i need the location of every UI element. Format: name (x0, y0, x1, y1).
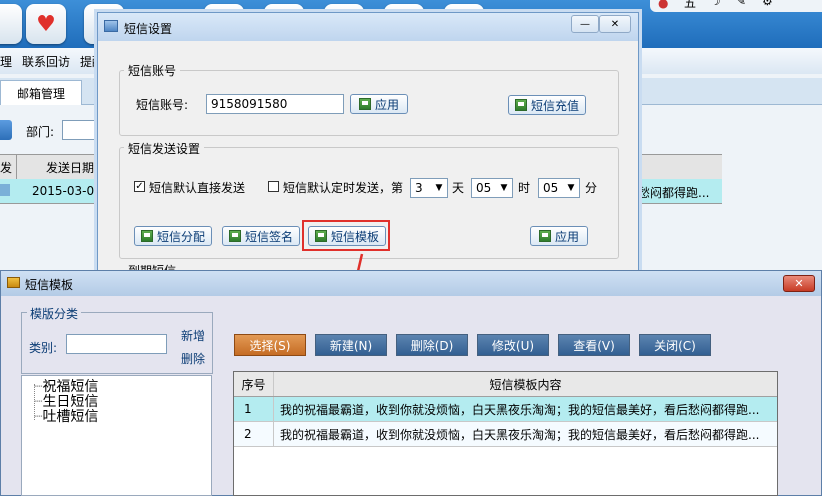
col-index: 序号 (234, 372, 274, 396)
close-dialog-button[interactable]: 关闭(C) (639, 334, 711, 356)
row-index: 1 (234, 397, 274, 421)
dept-label: 部门: (26, 125, 55, 139)
window-icon (104, 20, 118, 32)
category-group-label: 模版分类 (27, 305, 82, 322)
account-apply-label: 应用 (374, 97, 399, 112)
recharge-label: 短信充值 (530, 98, 579, 113)
day-unit: 天 (452, 181, 465, 195)
send-settings-group-label: 短信发送设置 (124, 140, 205, 157)
add-category-link[interactable]: 新增 (181, 327, 205, 344)
signature-button[interactable]: 短信签名 (222, 226, 300, 246)
minute-select[interactable]: 05 ▼ (538, 178, 580, 198)
highlight-box (302, 220, 390, 251)
header-controls: ● 五 ☽ ✎ ⚙ (650, 0, 822, 12)
account-apply-button[interactable]: 应用 (350, 94, 408, 114)
account-label: 短信账号: (136, 98, 189, 112)
direct-send-label: 短信默认直接发送 (149, 181, 246, 195)
sms-settings-titlebar[interactable]: 短信设置 — ✕ (98, 13, 638, 41)
window-icon (7, 277, 20, 288)
minimize-button[interactable]: — (571, 15, 599, 33)
tree-item-label: 吐槽短信 (42, 409, 99, 425)
send-apply-button[interactable]: 应用 (530, 226, 588, 246)
category-label: 类别: (29, 341, 58, 355)
row-content: 我的祝福最霸道，收到你就没烦恼，白天黑夜乐淘淘；我的短信最美好，看后愁闷都得跑.… (280, 402, 760, 417)
direct-send-checkbox[interactable]: ✓ (134, 181, 145, 192)
filter-button[interactable] (0, 120, 12, 140)
chevron-down-icon: ▼ (435, 183, 443, 193)
category-tree[interactable]: ┈祝福短信 ┈生日短信 ┈吐槽短信 (21, 375, 212, 496)
send-apply-label: 应用 (554, 229, 579, 244)
sms-settings-title: 短信设置 (124, 22, 173, 36)
recharge-button[interactable]: 短信充值 (508, 95, 586, 115)
minute-select-value: 05 (543, 181, 559, 195)
timed-send-checkbox[interactable] (268, 181, 279, 192)
day-select-value: 3 (415, 181, 423, 195)
signature-label: 短信签名 (244, 229, 293, 244)
template-titlebar[interactable]: 短信模板 ✕ (1, 271, 821, 296)
tool-icon-2[interactable]: ✎ (736, 0, 746, 8)
apply-icon (358, 98, 371, 110)
assign-label: 短信分配 (156, 229, 205, 244)
bg-row-date: 2015-03-08 (32, 184, 102, 198)
bg-col-divider (16, 155, 17, 179)
app-icon-clipped[interactable] (0, 4, 22, 44)
account-group-label: 短信账号 (124, 62, 181, 79)
tree-item-complain[interactable]: ┈吐槽短信 (34, 406, 98, 426)
bg-col-send: 发 (0, 161, 13, 175)
tab-mailbox[interactable]: 邮箱管理 (0, 80, 82, 105)
delete-category-link[interactable]: 删除 (181, 350, 205, 367)
row-index: 2 (234, 422, 274, 446)
sms-settings-dialog: 短信设置 — ✕ 短信账号 短信账号: 9158091580 应用 短信充值 短… (97, 12, 639, 272)
tool-icon-1[interactable]: 五 (684, 0, 696, 11)
tab-mailbox-label: 邮箱管理 (16, 86, 65, 101)
new-button[interactable]: 新建(N) (315, 334, 387, 356)
account-input[interactable]: 9158091580 (206, 94, 344, 114)
menu-item-1[interactable]: 理 (0, 53, 12, 70)
day-select[interactable]: 3 ▼ (410, 178, 448, 198)
grid-header: 序号 短信模板内容 (234, 372, 777, 397)
table-row[interactable]: 2 我的祝福最霸道，收到你就没烦恼，白天黑夜乐淘淘；我的短信最美好，看后愁闷都得… (234, 422, 777, 447)
chevron-down-icon: ▼ (500, 183, 508, 193)
dept-input[interactable] (62, 120, 102, 140)
hour-select[interactable]: 05 ▼ (471, 178, 513, 198)
recharge-icon (514, 99, 527, 111)
doc-icon (0, 184, 10, 196)
bg-col-date: 发送日期 (46, 161, 95, 175)
view-button[interactable]: 查看(V) (558, 334, 630, 356)
hour-unit: 时 (518, 181, 531, 195)
category-input[interactable] (66, 334, 167, 354)
select-button[interactable]: 选择(S) (234, 334, 306, 356)
assign-button[interactable]: 短信分配 (134, 226, 212, 246)
apply-icon (538, 230, 551, 242)
template-dialog: 短信模板 ✕ 模版分类 类别: 新增 删除 ┈祝福短信 ┈生日短信 ┈吐槽短信 … (0, 270, 822, 496)
close-button[interactable]: ✕ (599, 15, 631, 33)
col-content: 短信模板内容 (489, 377, 562, 392)
delete-button[interactable]: 删除(D) (396, 334, 468, 356)
timed-send-label: 短信默认定时发送，第 (283, 181, 404, 195)
chevron-down-icon: ▼ (567, 183, 575, 193)
row-content: 我的祝福最霸道，收到你就没烦恼，白天黑夜乐淘淘；我的短信最美好，看后愁闷都得跑.… (280, 427, 760, 442)
modify-button[interactable]: 修改(U) (477, 334, 549, 356)
signature-icon (228, 230, 241, 242)
assign-icon (140, 230, 153, 242)
user-icon[interactable]: ● (658, 0, 668, 10)
table-row[interactable]: 1 我的祝福最霸道，收到你就没烦恼，白天黑夜乐淘淘；我的短信最美好，看后愁闷都得… (234, 397, 777, 422)
close-button[interactable]: ✕ (783, 275, 815, 292)
heart-icon[interactable]: ♥ (26, 4, 66, 44)
template-grid: 序号 短信模板内容 1 我的祝福最霸道，收到你就没烦恼，白天黑夜乐淘淘；我的短信… (233, 371, 778, 496)
menu-item-contact[interactable]: 联系回访 (22, 53, 70, 70)
bg-row-content: 愁闷都得跑... (638, 186, 710, 200)
hour-select-value: 05 (476, 181, 492, 195)
moon-icon[interactable]: ☽ (710, 0, 721, 8)
gear-icon[interactable]: ⚙ (762, 0, 773, 8)
template-title: 短信模板 (25, 278, 74, 292)
minute-unit: 分 (585, 181, 598, 195)
